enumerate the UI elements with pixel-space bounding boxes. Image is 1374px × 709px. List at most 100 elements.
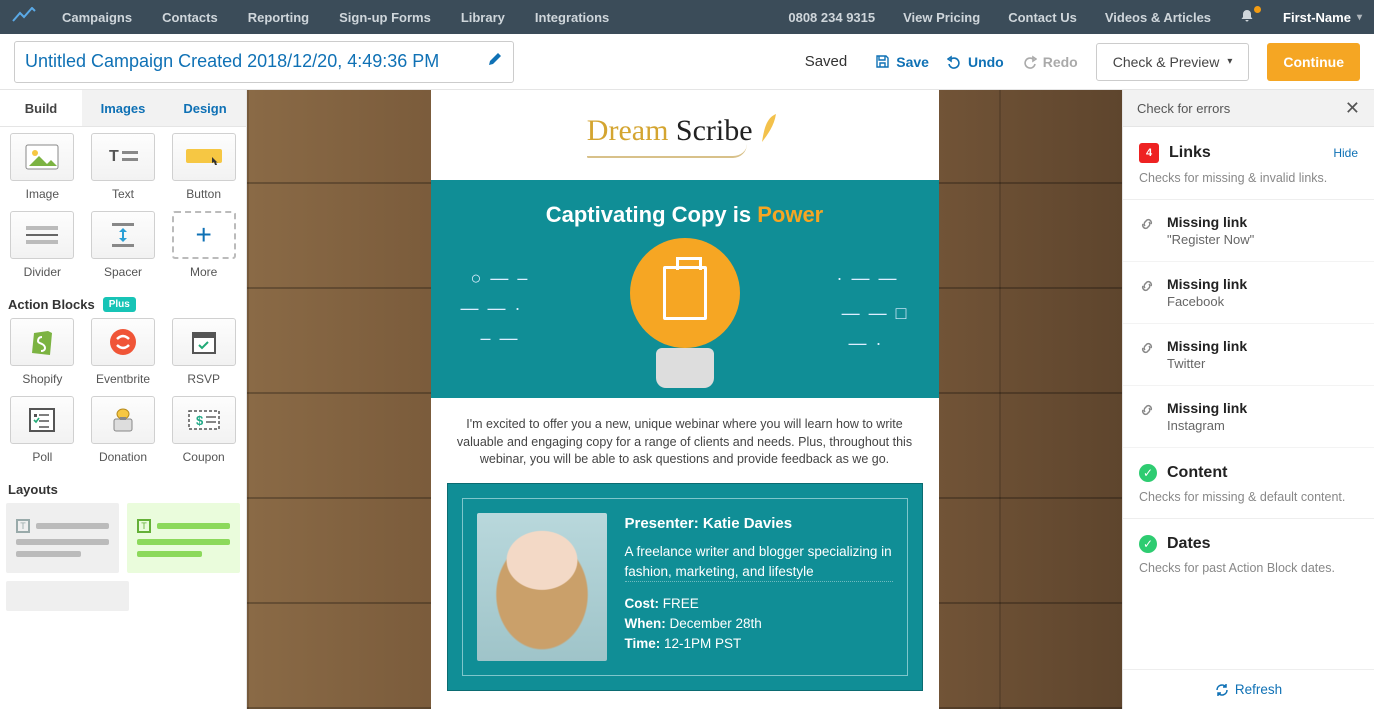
issue-title: Missing link [1167,338,1247,354]
continue-label: Continue [1283,54,1344,70]
support-phone: 0808 234 9315 [788,10,875,25]
nav-contacts[interactable]: Contacts [162,10,218,25]
text-icon: T [106,145,140,169]
save-button[interactable]: Save [875,54,929,70]
block-button[interactable]: Button [167,133,240,201]
nav-library[interactable]: Library [461,10,505,25]
email-preview[interactable]: Dream Scribe Captivating Copy is Power ○… [431,90,939,709]
nav-integrations[interactable]: Integrations [535,10,609,25]
redo-label: Redo [1043,54,1078,70]
undo-label: Undo [968,54,1004,70]
link-icon [1139,340,1155,359]
campaign-title-text: Untitled Campaign Created 2018/12/20, 4:… [25,51,439,72]
editor-mode-tabs: Build Images Design [0,90,246,127]
user-menu[interactable]: First-Name ▾ [1283,10,1362,25]
issue-target: "Register Now" [1167,232,1254,247]
decoration-icon: ○ — – [471,268,530,289]
brand-logo[interactable] [12,7,36,27]
pencil-icon[interactable] [487,51,503,72]
action-poll-label: Poll [32,450,52,464]
block-spacer[interactable]: Spacer [87,211,160,279]
bulb-icon [630,238,740,388]
eventbrite-icon [108,327,138,357]
nav-videos[interactable]: Videos & Articles [1105,10,1211,25]
time-value: 12-1PM PST [660,636,741,651]
block-divider-label: Divider [24,265,61,279]
check-preview-button[interactable]: Check & Preview ▾ [1096,43,1250,81]
action-poll[interactable]: Poll [6,396,79,464]
plus-badge: Plus [103,297,136,312]
nav-reporting[interactable]: Reporting [248,10,309,25]
email-hero-block[interactable]: Captivating Copy is Power ○ — – — — · – … [431,180,939,398]
link-icon [1139,402,1155,421]
block-divider[interactable]: Divider [6,211,79,279]
divider-icon [24,223,60,247]
link-issue-item[interactable]: Missing linkInstagram [1123,386,1374,448]
email-logo-block[interactable]: Dream Scribe [431,90,939,180]
tab-design[interactable]: Design [164,90,246,126]
chevron-down-icon: ▾ [1227,56,1232,67]
tab-build[interactable]: Build [0,90,82,126]
svg-text:$: $ [196,413,204,428]
campaign-title-input[interactable]: Untitled Campaign Created 2018/12/20, 4:… [14,41,514,83]
close-icon[interactable]: ✕ [1345,98,1360,119]
tab-images[interactable]: Images [82,90,164,126]
issue-title: Missing link [1167,276,1247,292]
image-icon [25,144,59,170]
nav-campaigns[interactable]: Campaigns [62,10,132,25]
links-section: 4 Links Hide Checks for missing & invali… [1123,127,1374,200]
refresh-icon [1215,683,1229,697]
link-issue-item[interactable]: Missing link Facebook [1123,262,1374,324]
chevron-down-icon: ▾ [1357,12,1362,23]
undo-button[interactable]: Undo [947,54,1004,70]
block-more[interactable]: + More [167,211,240,279]
continue-button[interactable]: Continue [1267,43,1360,81]
check-ok-icon: ✓ [1139,535,1157,553]
block-image[interactable]: Image [6,133,79,201]
dates-title: Dates [1167,535,1358,553]
issue-target: Facebook [1167,294,1247,309]
nav-signup-forms[interactable]: Sign-up Forms [339,10,431,25]
svg-text:T: T [109,148,119,165]
action-donation[interactable]: Donation [87,396,160,464]
saved-status: Saved [805,53,848,70]
action-blocks-header: Action Blocks Plus [6,291,240,318]
layout-option-1[interactable]: T [6,503,119,573]
hide-links-toggle[interactable]: Hide [1333,146,1358,160]
nav-contact-us[interactable]: Contact Us [1008,10,1077,25]
nav-pricing[interactable]: View Pricing [903,10,980,25]
issue-target: Twitter [1167,356,1247,371]
logo-word-2: Scribe [676,114,753,147]
redo-button[interactable]: Redo [1022,54,1078,70]
email-presenter-block[interactable]: Presenter: Katie Davies A freelance writ… [447,483,923,691]
action-shopify[interactable]: Shopify [6,318,79,386]
action-coupon[interactable]: $ Coupon [167,396,240,464]
refresh-button[interactable]: Refresh [1123,669,1374,709]
block-image-label: Image [26,187,59,201]
layout-option-2[interactable]: T [127,503,240,573]
link-issue-item[interactable]: Missing link"Register Now" [1123,200,1374,262]
error-panel: Check for errors ✕ 4 Links Hide Checks f… [1122,90,1374,709]
action-rsvp[interactable]: RSVP [167,318,240,386]
cost-label: Cost: [625,596,660,611]
presenter-avatar [477,513,607,661]
action-eventbrite[interactable]: Eventbrite [87,318,160,386]
notifications-bell-icon[interactable] [1239,8,1255,27]
undo-icon [947,54,962,69]
layout-option-3[interactable] [6,581,129,611]
decoration-icon: — · [849,333,884,354]
layouts-header: Layouts [6,476,240,503]
links-subtitle: Checks for missing & invalid links. [1139,171,1358,185]
email-body-text[interactable]: I'm excited to offer you a new, unique w… [431,398,939,483]
editor-canvas[interactable]: Dream Scribe Captivating Copy is Power ○… [247,90,1122,709]
block-text-label: Text [112,187,134,201]
links-error-count: 4 [1139,143,1159,163]
link-icon [1139,216,1155,235]
link-issue-item[interactable]: Missing link Twitter [1123,324,1374,386]
block-text[interactable]: T Text [87,133,160,201]
check-preview-label: Check & Preview [1113,54,1220,70]
action-bar: Untitled Campaign Created 2018/12/20, 4:… [0,34,1374,90]
feather-icon [756,112,782,146]
link-icon [1139,278,1155,297]
content-subtitle: Checks for missing & default content. [1139,490,1358,504]
